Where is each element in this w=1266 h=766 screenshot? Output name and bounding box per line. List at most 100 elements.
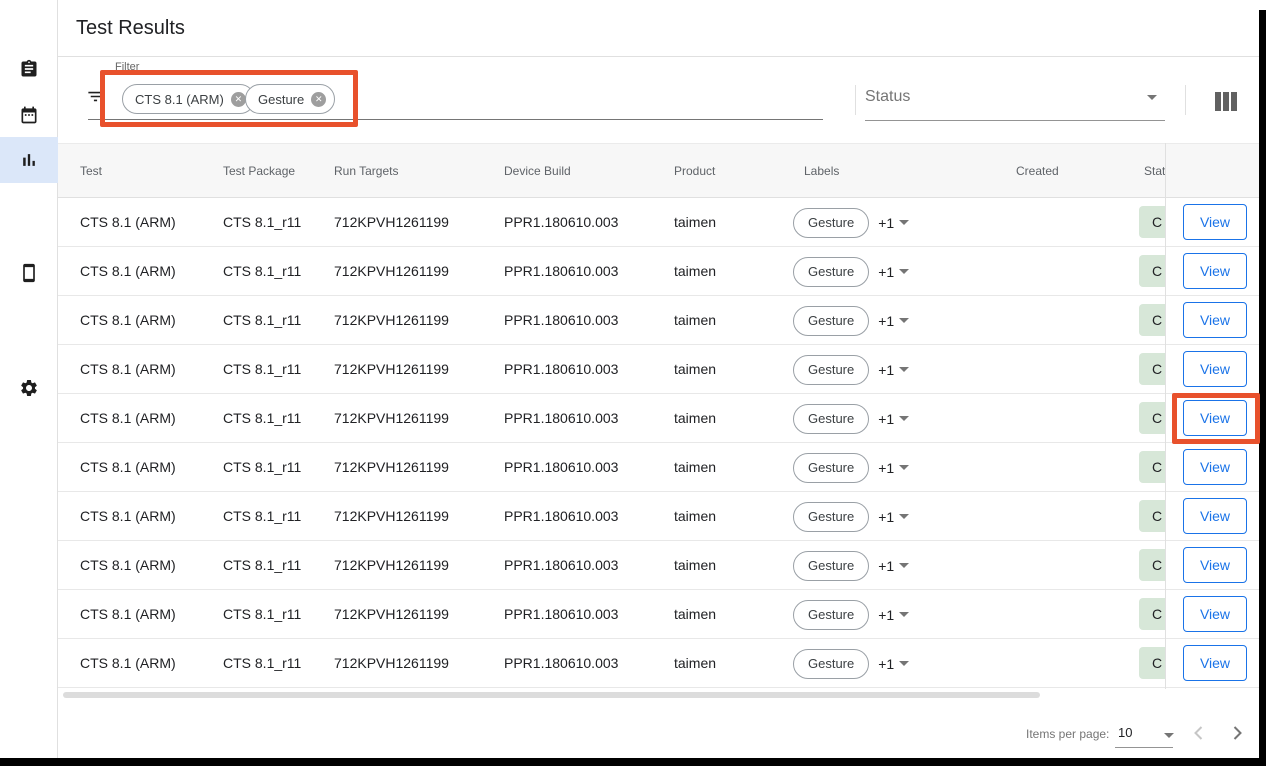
filter-chip-label: Gesture xyxy=(258,92,304,107)
clipboard-icon xyxy=(19,59,39,79)
cell-run-targets: 712KPVH1261199 xyxy=(334,639,449,687)
column-header-labels[interactable]: Labels xyxy=(804,144,839,198)
view-button[interactable]: View xyxy=(1183,302,1247,338)
more-labels-dropdown[interactable]: +1 xyxy=(878,313,909,329)
label-chip[interactable]: Gesture xyxy=(793,502,869,532)
label-chip[interactable]: Gesture xyxy=(793,208,869,238)
cell-device-build: PPR1.180610.003 xyxy=(504,198,618,246)
label-chip[interactable]: Gesture xyxy=(793,600,869,630)
chevron-down-icon xyxy=(899,416,909,421)
label-chip[interactable]: Gesture xyxy=(793,649,869,679)
items-per-page-label: Items per page: xyxy=(1026,727,1109,741)
gear-icon xyxy=(19,378,39,398)
view-button[interactable]: View xyxy=(1183,449,1247,485)
cell-device-build: PPR1.180610.003 xyxy=(504,394,618,442)
sidebar-item-devices[interactable] xyxy=(0,250,58,296)
view-button[interactable]: View xyxy=(1183,645,1247,681)
column-header-test[interactable]: Test xyxy=(80,144,102,198)
view-button[interactable]: View xyxy=(1183,547,1247,583)
column-header-run-targets[interactable]: Run Targets xyxy=(334,144,398,198)
scrollbar-thumb[interactable] xyxy=(63,692,1040,698)
horizontal-scrollbar[interactable] xyxy=(58,690,1259,700)
cell-device-build: PPR1.180610.003 xyxy=(504,590,618,638)
status-badge: C xyxy=(1139,353,1165,385)
view-button[interactable]: View xyxy=(1183,400,1247,436)
chevron-down-icon xyxy=(899,514,909,519)
more-labels-dropdown[interactable]: +1 xyxy=(878,215,909,231)
status-select-placeholder: Status xyxy=(865,88,910,105)
more-labels-dropdown[interactable]: +1 xyxy=(878,411,909,427)
chevron-right-icon xyxy=(1228,724,1246,742)
cell-product: taimen xyxy=(674,541,716,589)
cell-test-package: CTS 8.1_r11 xyxy=(223,492,301,540)
label-chip-text: Gesture xyxy=(808,509,854,524)
view-button[interactable]: View xyxy=(1183,204,1247,240)
next-page-button[interactable] xyxy=(1228,724,1246,742)
label-chip[interactable]: Gesture xyxy=(793,551,869,581)
cell-run-targets: 712KPVH1261199 xyxy=(334,247,449,295)
cell-test: CTS 8.1 (ARM) xyxy=(80,443,176,491)
previous-page-button[interactable] xyxy=(1190,724,1208,742)
more-labels-dropdown[interactable]: +1 xyxy=(878,460,909,476)
filter-chip[interactable]: CTS 8.1 (ARM) ✕ xyxy=(122,84,255,114)
column-header-device-build[interactable]: Device Build xyxy=(504,144,571,198)
view-button[interactable]: View xyxy=(1183,253,1247,289)
cell-product: taimen xyxy=(674,639,716,687)
status-badge: C xyxy=(1139,304,1165,336)
cell-product: taimen xyxy=(674,345,716,393)
filter-input-underline[interactable] xyxy=(88,119,823,120)
filter-chip[interactable]: Gesture ✕ xyxy=(245,84,335,114)
label-chip[interactable]: Gesture xyxy=(793,404,869,434)
cell-device-build: PPR1.180610.003 xyxy=(504,492,618,540)
cell-test: CTS 8.1 (ARM) xyxy=(80,296,176,344)
page-title: Test Results xyxy=(76,0,185,57)
cell-test: CTS 8.1 (ARM) xyxy=(80,345,176,393)
label-chip[interactable]: Gesture xyxy=(793,306,869,336)
view-button[interactable]: View xyxy=(1183,596,1247,632)
column-header-created[interactable]: Created xyxy=(1016,144,1059,198)
chevron-down-icon xyxy=(899,661,909,666)
cell-test-package: CTS 8.1_r11 xyxy=(223,590,301,638)
label-chip-text: Gesture xyxy=(808,460,854,475)
table-row: CTS 8.1 (ARM) CTS 8.1_r11 712KPVH1261199… xyxy=(58,198,1259,247)
label-chip[interactable]: Gesture xyxy=(793,453,869,483)
status-badge: C xyxy=(1139,451,1165,483)
columns-icon[interactable] xyxy=(1215,92,1237,111)
table-row: CTS 8.1 (ARM) CTS 8.1_r11 712KPVH1261199… xyxy=(58,394,1259,443)
status-badge: C xyxy=(1139,598,1165,630)
more-labels-count: +1 xyxy=(878,656,894,672)
sidebar-item-plans[interactable] xyxy=(0,92,58,138)
column-header-product[interactable]: Product xyxy=(674,144,715,198)
sidebar-item-tests[interactable] xyxy=(0,46,58,92)
more-labels-dropdown[interactable]: +1 xyxy=(878,607,909,623)
remove-chip-icon[interactable]: ✕ xyxy=(231,92,246,107)
status-badge: C xyxy=(1139,402,1165,434)
cell-product: taimen xyxy=(674,394,716,442)
items-per-page-select[interactable]: 10 xyxy=(1118,724,1174,748)
more-labels-dropdown[interactable]: +1 xyxy=(878,509,909,525)
cell-labels: Gesture +1 xyxy=(793,590,909,639)
filter-list-icon[interactable] xyxy=(86,87,105,106)
sidebar-item-test-results[interactable] xyxy=(0,137,58,183)
cell-test-package: CTS 8.1_r11 xyxy=(223,541,301,589)
view-button[interactable]: View xyxy=(1183,351,1247,387)
status-badge: C xyxy=(1139,206,1165,238)
more-labels-dropdown[interactable]: +1 xyxy=(878,656,909,672)
view-button[interactable]: View xyxy=(1183,498,1247,534)
status-filter-select[interactable]: Status xyxy=(865,88,1165,110)
more-labels-dropdown[interactable]: +1 xyxy=(878,264,909,280)
label-chip-text: Gesture xyxy=(808,607,854,622)
remove-chip-icon[interactable]: ✕ xyxy=(311,92,326,107)
cell-run-targets: 712KPVH1261199 xyxy=(334,345,449,393)
smartphone-icon xyxy=(19,263,39,283)
more-labels-dropdown[interactable]: +1 xyxy=(878,558,909,574)
column-header-status[interactable]: Stat xyxy=(1144,144,1165,198)
cell-test-package: CTS 8.1_r11 xyxy=(223,394,301,442)
label-chip[interactable]: Gesture xyxy=(793,355,869,385)
label-chip[interactable]: Gesture xyxy=(793,257,869,287)
cell-labels: Gesture +1 xyxy=(793,198,909,247)
column-header-test-package[interactable]: Test Package xyxy=(223,144,295,198)
more-labels-dropdown[interactable]: +1 xyxy=(878,362,909,378)
table-row: CTS 8.1 (ARM) CTS 8.1_r11 712KPVH1261199… xyxy=(58,541,1259,590)
sidebar-item-settings[interactable] xyxy=(0,365,58,411)
